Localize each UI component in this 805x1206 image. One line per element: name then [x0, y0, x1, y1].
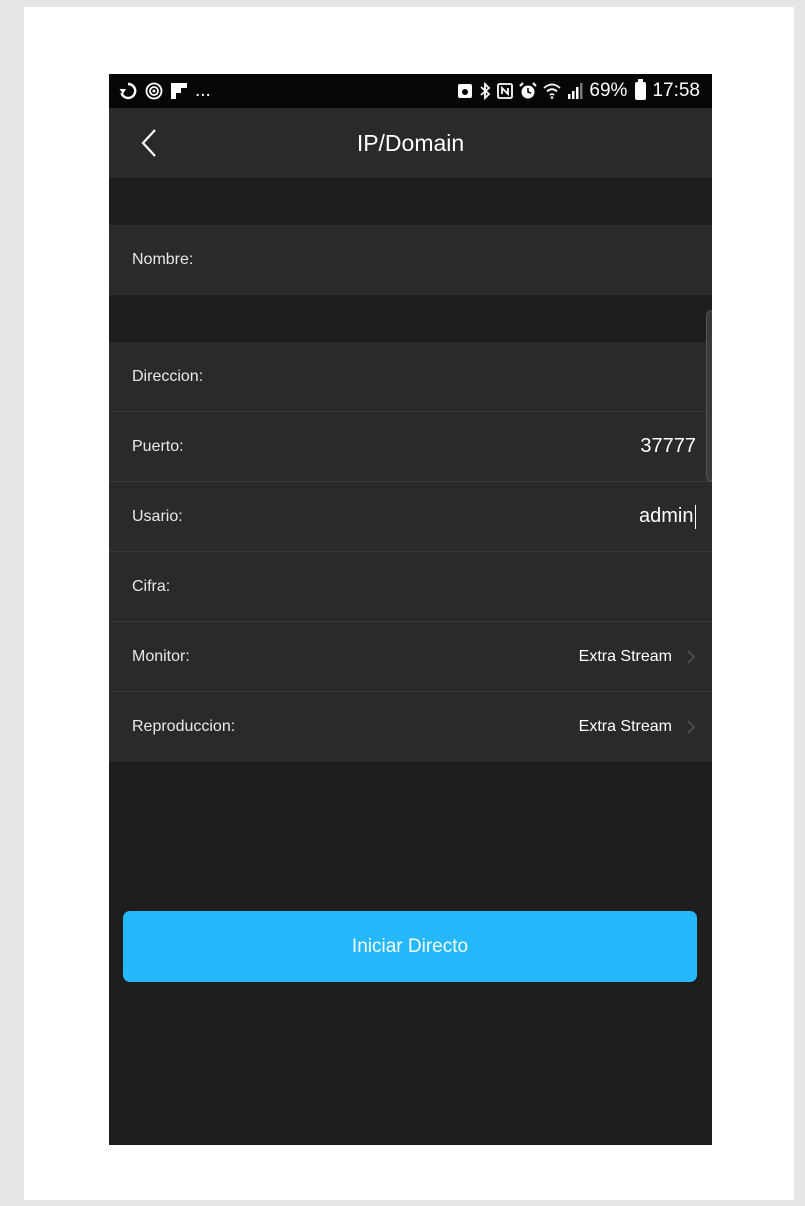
android-icon — [458, 84, 473, 98]
reproduccion-value: Extra Stream — [578, 718, 672, 735]
nfc-icon — [497, 83, 514, 99]
cifra-field[interactable]: Cifra: — [109, 552, 712, 622]
alarm-icon — [519, 82, 538, 99]
nav-bar: IP/Domain — [109, 108, 712, 178]
puerto-label: Puerto: — [132, 437, 184, 455]
target-icon — [145, 82, 163, 100]
nombre-label: Nombre: — [132, 251, 194, 268]
direccion-label: Direccion: — [132, 367, 204, 385]
section-spacer — [109, 178, 712, 225]
phone-screen: ... 69% 17:58 IP/Domain Nombre: Direccio… — [109, 74, 712, 1145]
monitor-label: Monitor: — [132, 647, 190, 665]
more-notifications: ... — [195, 80, 211, 101]
signal-icon — [568, 83, 583, 99]
monitor-selector[interactable]: Monitor: Extra Stream — [109, 622, 712, 692]
chevron-right-icon — [687, 720, 695, 734]
start-live-button[interactable]: Iniciar Directo — [123, 911, 697, 982]
name-group: Nombre: — [109, 225, 712, 295]
battery-percent: 69% — [589, 80, 628, 101]
monitor-value: Extra Stream — [578, 647, 672, 665]
clock: 17:58 — [652, 80, 700, 101]
status-right: 69% 17:58 — [457, 79, 700, 102]
usuario-label: Usario: — [132, 507, 183, 525]
reproduccion-selector[interactable]: Reproduccion: Extra Stream — [109, 692, 712, 762]
section-spacer — [109, 295, 712, 342]
usuario-field[interactable]: Usario: admin — [109, 482, 712, 552]
puerto-field[interactable]: Puerto: 37777 — [109, 412, 712, 482]
puerto-value: 37777 — [640, 435, 696, 457]
flipboard-icon — [171, 83, 187, 99]
status-bar: ... 69% 17:58 — [109, 74, 712, 108]
direccion-field[interactable]: Direccion: — [109, 342, 712, 412]
sync-icon — [119, 82, 137, 100]
bluetooth-icon — [480, 82, 491, 100]
scroll-handle[interactable] — [706, 310, 712, 482]
text-cursor — [694, 504, 696, 529]
page-title: IP/Domain — [356, 130, 465, 156]
usuario-value: admin — [639, 505, 694, 527]
status-left: ... — [119, 80, 211, 102]
battery-icon — [635, 79, 647, 100]
cifra-label: Cifra: — [132, 577, 171, 595]
nombre-field[interactable]: Nombre: — [109, 225, 712, 295]
wifi-icon — [543, 83, 562, 99]
chevron-right-icon — [687, 650, 695, 663]
connection-group: Direccion: Puerto: 37777 Usario: admin C… — [109, 342, 712, 762]
reproduccion-label: Reproduccion: — [132, 718, 236, 735]
